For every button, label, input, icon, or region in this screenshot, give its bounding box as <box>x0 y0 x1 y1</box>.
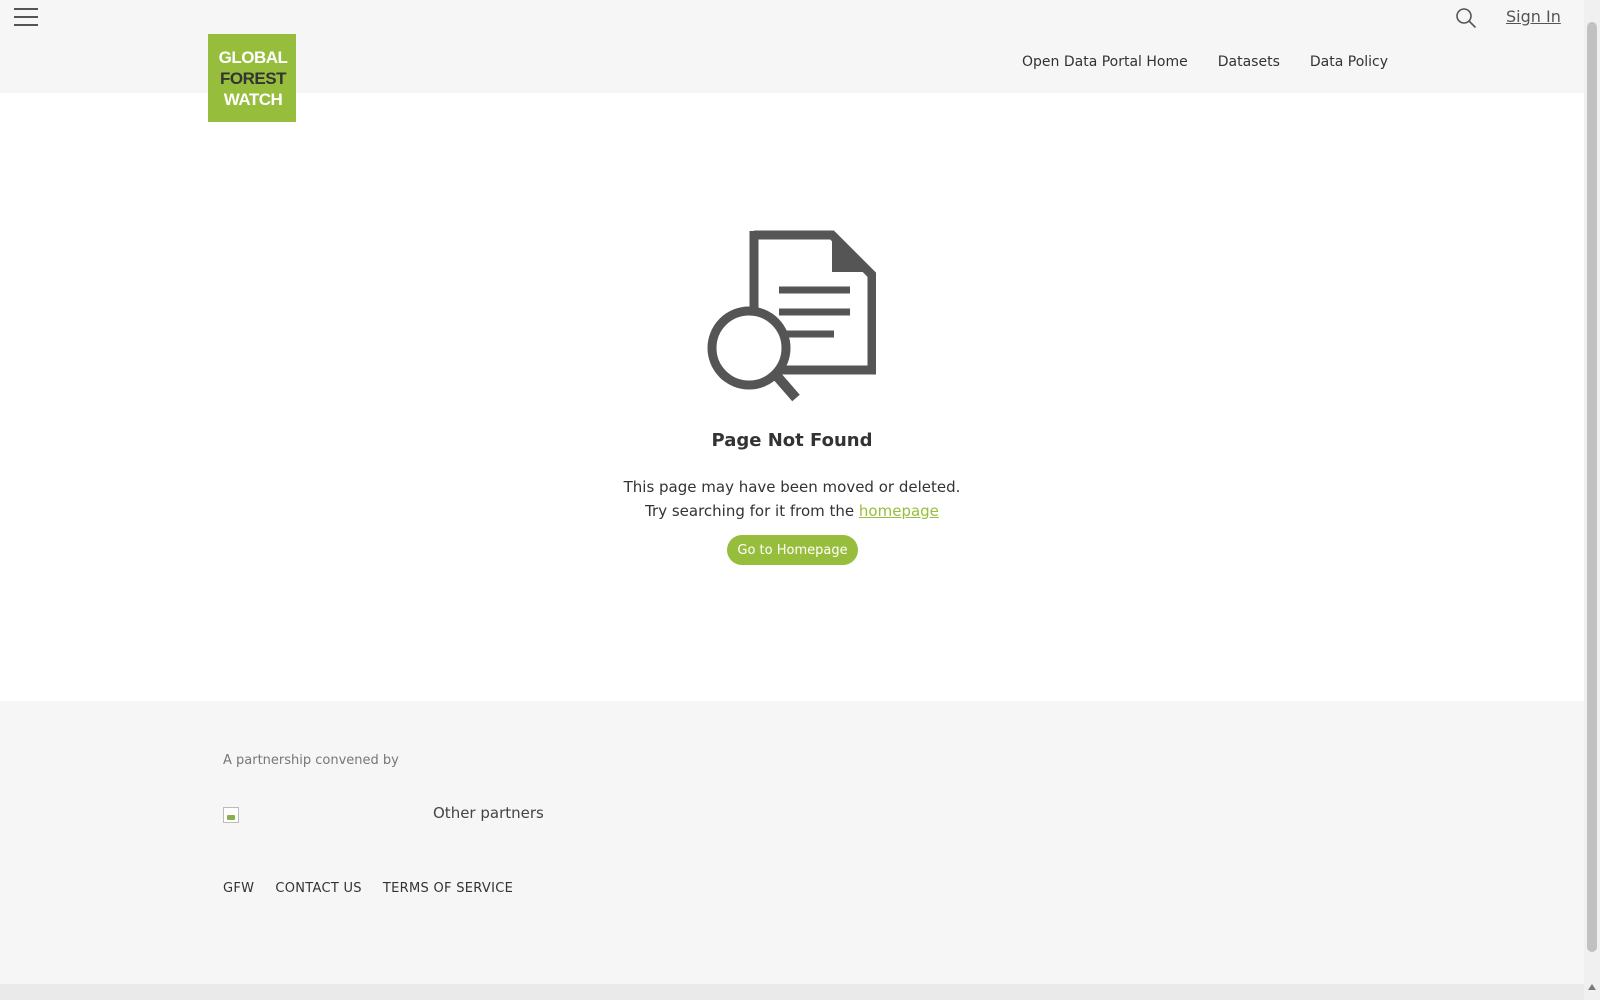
homepage-link[interactable]: homepage <box>859 502 939 520</box>
logo-line-watch: WATCH <box>223 89 283 109</box>
logo-line-forest: FOREST <box>220 68 286 88</box>
document-search-icon <box>704 230 877 402</box>
sign-in-link[interactable]: Sign In <box>1506 7 1561 26</box>
bottom-bar <box>0 984 1584 1000</box>
message-line-1: This page may have been moved or deleted… <box>623 478 961 496</box>
convened-label: A partnership convened by <box>223 753 399 768</box>
partner-logo-image[interactable] <box>223 807 239 823</box>
scroll-up-arrow-icon[interactable] <box>1588 984 1596 990</box>
footer-link-contact-us[interactable]: CONTACT US <box>275 881 362 896</box>
message-line-2-text: Try searching for it from the <box>645 502 855 520</box>
main-nav: Open Data Portal Home Datasets Data Poli… <box>1022 54 1388 70</box>
search-icon[interactable] <box>1455 7 1477 29</box>
other-partners-link[interactable]: Other partners <box>433 804 544 822</box>
scrollbar-thumb[interactable] <box>1587 22 1597 952</box>
site-footer: A partnership convened by Other partners… <box>0 701 1584 984</box>
footer-link-terms-of-service[interactable]: TERMS OF SERVICE <box>383 881 513 896</box>
nav-item-datasets[interactable]: Datasets <box>1218 54 1280 70</box>
logo-line-global: GLOBAL <box>218 47 288 67</box>
nav-item-open-data-portal-home[interactable]: Open Data Portal Home <box>1022 54 1188 70</box>
gfw-logo[interactable]: GLOBAL FOREST WATCH <box>208 34 296 122</box>
footer-links: GFW CONTACT US TERMS OF SERVICE <box>223 881 534 896</box>
page-title: Page Not Found <box>711 430 873 451</box>
footer-link-gfw[interactable]: GFW <box>223 881 254 896</box>
scrollbar[interactable] <box>1584 0 1600 1000</box>
go-to-homepage-button[interactable]: Go to Homepage <box>727 535 858 565</box>
message-line-2: Try searching for it from the homepage <box>0 499 1584 523</box>
not-found-message: This page may have been moved or deleted… <box>0 475 1584 523</box>
hamburger-menu-icon[interactable] <box>14 6 38 28</box>
nav-item-data-policy[interactable]: Data Policy <box>1310 54 1388 70</box>
